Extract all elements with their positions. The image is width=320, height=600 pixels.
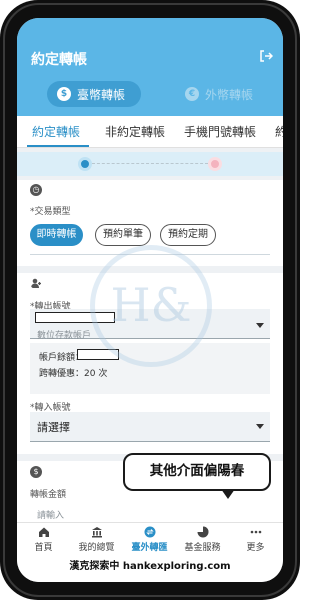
footer-caption: 漢克探索中 hankexploring.com	[17, 556, 283, 582]
annotation-bubble-tail	[221, 489, 235, 499]
more-icon	[250, 530, 261, 534]
scheduled-single-option[interactable]: 預約單筆	[95, 224, 151, 246]
phone-frame: 約定轉帳 $ 臺幣轉帳 € 外幣轉帳 約定轉帳 非約定轉帳 手機門號轉帳 約	[0, 0, 300, 600]
stepper-line	[92, 163, 208, 164]
instant-transfer-option[interactable]: 即時轉帳	[30, 224, 83, 246]
tab-overflow[interactable]: 約	[275, 116, 283, 147]
bottom-nav: 首頁 我的總覽 臺外轉匯 基金服務 更多	[17, 522, 283, 556]
transaction-type-label: *交易類型	[30, 207, 71, 217]
nav-more-label: 更多	[246, 543, 265, 553]
nav-transfer[interactable]: 臺外轉匯	[123, 526, 176, 553]
page-title: 約定轉帳	[31, 52, 87, 68]
user-icon	[31, 278, 41, 288]
chevron-down-icon	[256, 323, 264, 328]
home-icon	[38, 527, 49, 537]
nav-home[interactable]: 首頁	[17, 526, 70, 553]
brand-watermark: H&	[90, 245, 212, 367]
nav-overview-label: 我的總覽	[78, 543, 115, 553]
tab-mobile-number-transfer[interactable]: 手機門號轉帳	[184, 116, 256, 147]
annotation-bubble: 其他介面偏陽春	[123, 453, 271, 491]
chevron-down-icon	[256, 424, 264, 429]
transfer-type-tabs: 約定轉帳 非約定轉帳 手機門號轉帳 約	[17, 116, 283, 148]
fee-waiver-count: 跨轉優惠：20 次	[39, 369, 108, 379]
step-1-indicator	[78, 157, 92, 171]
active-tab-indicator	[27, 145, 89, 147]
tab-foreign-transfer-label: 外幣轉帳	[205, 87, 254, 102]
tab-twd-transfer[interactable]: $ 臺幣轉帳	[47, 81, 141, 107]
euro-icon: €	[185, 87, 199, 101]
nav-fund-service-label: 基金服務	[184, 543, 221, 553]
nav-home-label: 首頁	[34, 543, 53, 553]
app-screen: 約定轉帳 $ 臺幣轉帳 € 外幣轉帳 約定轉帳 非約定轉帳 手機門號轉帳 約	[17, 18, 283, 582]
step-2-indicator	[208, 157, 222, 171]
tab-foreign-transfer[interactable]: € 外幣轉帳	[175, 81, 265, 107]
pie-chart-icon	[197, 526, 208, 538]
from-account-placeholder: 數位存款帳戶	[37, 331, 92, 341]
to-account-placeholder: 請選擇	[37, 421, 70, 434]
nav-fund-service[interactable]: 基金服務	[176, 526, 229, 553]
amount-label: 轉帳金額	[30, 490, 67, 500]
nav-overview[interactable]: 我的總覽	[70, 526, 123, 553]
nav-more[interactable]: 更多	[229, 526, 282, 553]
tab-designated-transfer[interactable]: 約定轉帳	[32, 116, 80, 147]
tab-non-designated-transfer[interactable]: 非約定轉帳	[105, 116, 165, 147]
bank-icon	[91, 527, 102, 538]
logout-icon[interactable]	[259, 49, 273, 63]
transfer-icon	[144, 526, 155, 538]
app-header: 約定轉帳 $ 臺幣轉帳 € 外幣轉帳	[17, 18, 283, 116]
nav-transfer-label: 臺外轉匯	[131, 543, 168, 553]
progress-stepper	[17, 152, 283, 176]
tab-twd-transfer-label: 臺幣轉帳	[77, 87, 126, 102]
scheduled-recurring-option[interactable]: 預約定期	[160, 224, 216, 246]
dollar-circle-icon: $	[30, 466, 42, 478]
clock-icon: ◷	[30, 184, 42, 196]
amount-input[interactable]: 請輸入	[37, 508, 64, 521]
dollar-icon: $	[57, 87, 71, 101]
